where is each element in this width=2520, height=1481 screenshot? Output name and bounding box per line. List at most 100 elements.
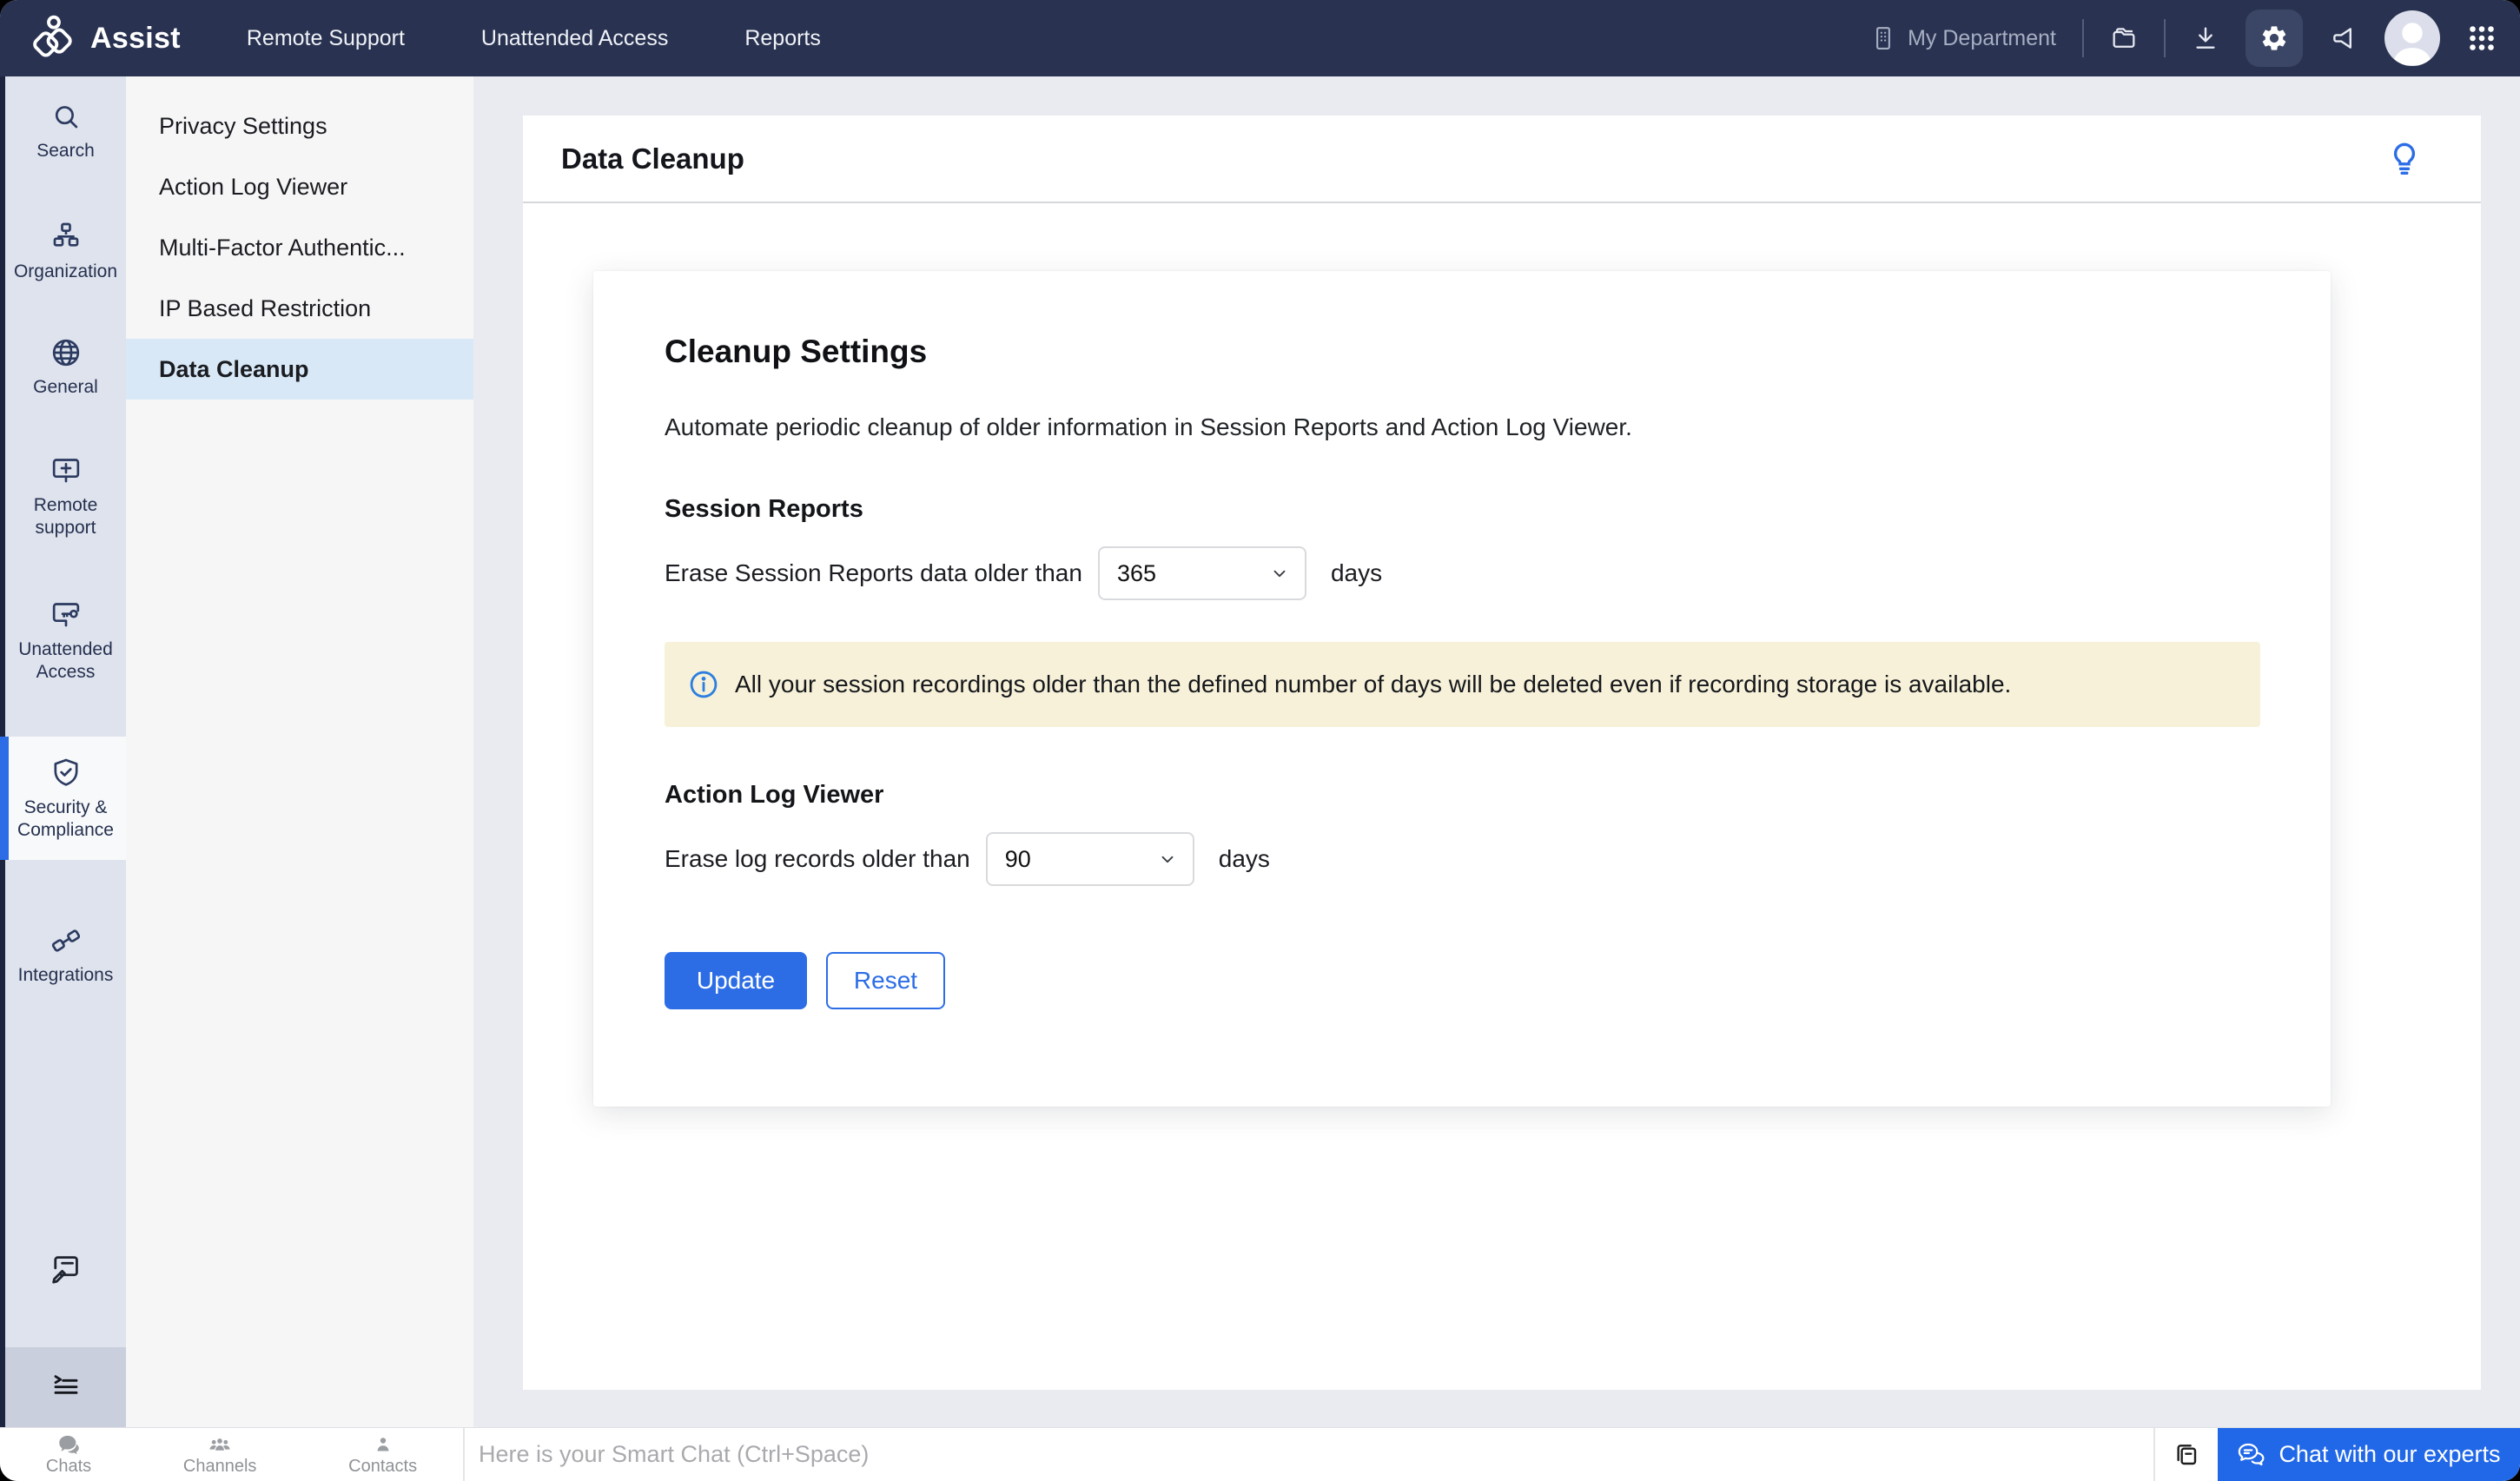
action-log-heading: Action Log Viewer [665,781,2261,810]
menu-item-ip-based-restriction[interactable]: IP Based Restriction [126,278,473,339]
menu-item-label: Privacy Settings [159,113,327,140]
tab-chats[interactable]: Chats [46,1432,91,1477]
download-icon[interactable] [2192,24,2219,52]
folder-icon[interactable] [2110,24,2138,52]
page-title: Data Cleanup [561,142,744,175]
topnav-right: My Department [1870,10,2497,67]
card-heading: Cleanup Settings [665,334,2261,370]
feedback-shortcut[interactable] [5,1249,126,1286]
menu-item-action-log-viewer[interactable]: Action Log Viewer [126,156,473,217]
app-window: Assist Remote Support Unattended Access … [0,0,2520,1481]
sidebar-item-label: Search [36,140,95,162]
sidebar-item-search[interactable]: Search [5,101,126,162]
brand[interactable]: Assist [30,14,181,63]
brand-name: Assist [90,22,181,56]
action-log-row: Erase log records older than 90 days [665,832,2261,886]
sidebar-item-label: Organization [14,261,117,283]
content-panel: Data Cleanup Cleanup Settings Automate p… [523,116,2481,1390]
main-area: Data Cleanup Cleanup Settings Automate p… [473,76,2520,1427]
sidebar-item-label: General [33,376,98,399]
menu-item-label: IP Based Restriction [159,295,371,322]
recording-deletion-info-box: All your session recordings older than t… [665,642,2260,727]
chevron-down-icon [1158,850,1177,869]
tab-contacts[interactable]: Contacts [348,1432,417,1477]
chevron-down-icon [1270,564,1289,583]
tips-lightbulb-icon[interactable] [2387,140,2422,178]
sidebar-item-organization[interactable]: Organization [5,220,126,283]
action-log-days-value: 90 [1005,846,1031,873]
nav-reports[interactable]: Reports [744,26,821,51]
menu-item-label: Data Cleanup [159,356,309,383]
tab-label: Chats [46,1457,91,1477]
settings-menu: Privacy Settings Action Log Viewer Multi… [126,76,473,1427]
sidebar-item-label: Remote support [10,494,121,540]
rail-bottom-section [5,1347,126,1427]
action-log-unit: days [1219,845,1270,873]
sidebar-item-remote-support[interactable]: Remote support [5,453,126,540]
navbar-divider [2164,19,2166,57]
chat-bubble-icon [57,1434,81,1456]
sidebar-item-label: Security & Compliance [10,797,121,843]
menu-item-label: Action Log Viewer [159,174,347,201]
info-note-text: All your session recordings older than t… [735,671,2011,698]
update-button[interactable]: Update [665,952,807,1009]
zoho-assist-logo-icon [30,14,76,63]
apps-grid-icon[interactable] [2466,23,2497,54]
globe-icon [49,335,83,370]
card-description: Automate periodic cleanup of older infor… [665,413,2261,441]
menu-item-multi-factor-authentication[interactable]: Multi-Factor Authentic... [126,217,473,278]
monitor-plus-icon [49,453,83,488]
user-avatar[interactable] [2384,10,2440,66]
navbar-divider [2082,19,2084,57]
monitor-key-icon [49,598,83,632]
chat-button-label: Chat with our experts [2279,1441,2500,1468]
tab-label: Channels [183,1457,257,1477]
department-name: My Department [1908,26,2056,51]
session-reports-label: Erase Session Reports data older than [665,559,1082,587]
session-reports-heading: Session Reports [665,495,2261,524]
info-icon [687,668,720,701]
sidebar-item-security-compliance[interactable]: Security & Compliance [5,737,126,860]
terminal-lines-icon[interactable] [49,1368,83,1407]
session-reports-days-select[interactable]: 365 [1098,546,1306,600]
plug-icon [49,923,83,958]
nav-remote-support[interactable]: Remote Support [247,26,405,51]
reset-button[interactable]: Reset [826,952,945,1009]
org-chart-icon [49,220,83,255]
page-header: Data Cleanup [523,116,2481,203]
session-reports-unit: days [1331,559,1382,587]
sidebar-item-general[interactable]: General [5,335,126,399]
announcements-icon[interactable] [2329,23,2358,53]
shield-check-icon [49,756,83,790]
menu-item-data-cleanup[interactable]: Data Cleanup [126,339,473,400]
session-reports-days-value: 365 [1117,560,1156,587]
building-icon [1870,25,1896,51]
nav-unattended-access[interactable]: Unattended Access [481,26,668,51]
department-selector[interactable]: My Department [1870,25,2056,51]
card-actions: Update Reset [665,952,2261,1009]
settings-gear-button[interactable] [2246,10,2303,67]
topnav-links: Remote Support Unattended Access Reports [247,26,821,51]
tab-label: Contacts [348,1457,417,1477]
smart-chat-bar: Chats Channels [0,1427,2520,1481]
sidebar-item-label: Integrations [18,964,114,987]
menu-item-privacy-settings[interactable]: Privacy Settings [126,96,473,156]
session-reports-row: Erase Session Reports data older than 36… [665,546,2261,600]
people-group-icon [207,1434,233,1456]
chat-bubbles-icon [2237,1442,2266,1468]
sidebar-item-label: Unattended Access [10,638,121,684]
chat-with-experts-button[interactable]: Chat with our experts [2218,1428,2520,1481]
search-icon [50,101,83,134]
sidebar-item-integrations[interactable]: Integrations [5,923,126,987]
chat-tabs: Chats Channels [0,1428,463,1481]
sidebar-item-unattended-access[interactable]: Unattended Access [5,598,126,684]
icon-rail: Search Organization Gener [0,76,126,1427]
cleanup-settings-card: Cleanup Settings Automate periodic clean… [593,271,2331,1107]
action-log-label: Erase log records older than [665,845,970,873]
action-log-days-select[interactable]: 90 [986,832,1194,886]
smart-chat-input[interactable] [465,1428,2153,1481]
feedback-note-icon [48,1249,84,1286]
stacked-cards-icon[interactable] [2155,1428,2218,1481]
tab-channels[interactable]: Channels [183,1432,257,1477]
menu-item-label: Multi-Factor Authentic... [159,235,406,261]
